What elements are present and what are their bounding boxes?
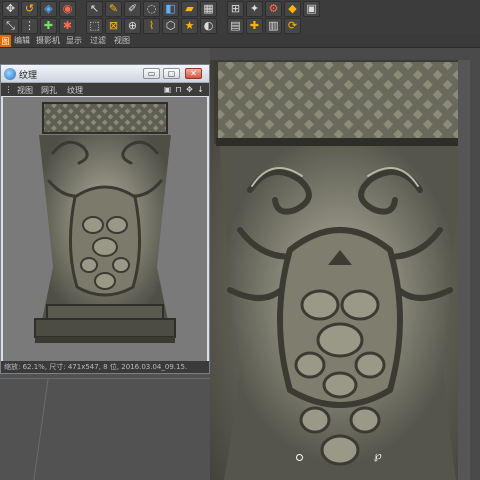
texture-preview <box>3 97 207 361</box>
arrow-down-icon[interactable]: ↓ <box>196 85 205 94</box>
menu-texture[interactable]: 纹理 <box>67 85 83 96</box>
object-icon[interactable]: ◈ <box>40 0 57 17</box>
material-icon[interactable]: ✱ <box>59 17 76 34</box>
app-globe-icon <box>4 68 16 80</box>
menu-camera[interactable]: 摄影机 <box>36 35 60 46</box>
menu-mesh[interactable]: 网孔 <box>41 85 57 96</box>
texture-window-title: 纹理 <box>19 71 38 81</box>
scale-icon[interactable]: ⤡ <box>2 17 19 34</box>
menu-edit[interactable]: 编辑 <box>14 35 30 46</box>
grid-line <box>0 378 210 379</box>
grip-icon: ⋮ <box>4 85 13 94</box>
smudge-icon[interactable]: ◌ <box>143 0 160 17</box>
palette-icon[interactable]: ◆ <box>284 0 301 17</box>
menu-display[interactable]: 显示 <box>66 35 82 46</box>
paint-icon[interactable]: ✚ <box>40 17 57 34</box>
texture-status-bar: 缩放: 62.1%, 尺寸: 471x547, 8 位, 2016.03.04_… <box>1 361 209 373</box>
menu-view[interactable]: 视图 <box>114 35 130 46</box>
bucket-icon[interactable]: ⊕ <box>124 17 141 34</box>
box-icon[interactable]: ▥ <box>265 17 282 34</box>
viewport-tag: 图 <box>0 35 11 47</box>
move-icon[interactable]: ✥ <box>2 0 19 17</box>
stone-vase-render <box>214 60 470 480</box>
vertex-marker-icon[interactable] <box>296 454 303 461</box>
texture-window-menubar: ⋮ 视图 网孔 纹理 ▣ ⊓ ✥ ↓ <box>1 83 209 96</box>
fill-icon[interactable]: ◧ <box>162 0 179 17</box>
texture-canvas[interactable] <box>3 97 207 361</box>
eraser-icon[interactable]: ▰ <box>181 0 198 17</box>
minimize-button[interactable]: ▭ <box>143 68 160 79</box>
viewport-menubar: 图 编辑 摄影机 显示 过滤 视图 <box>0 34 480 48</box>
texture-status-text: 缩放: 62.1%, 尺寸: 471x547, 8 位, 2016.03.04_… <box>4 363 188 371</box>
undo-icon[interactable]: ↺ <box>21 0 38 17</box>
plus-icon[interactable]: ▤ <box>227 17 244 34</box>
app-window: ✥ ↺ ◈ ◉ ↖ ✎ ✐ ◌ ◧ ▰ ▦ ⊞ ✦ ⚙ ◆ ▣ ⤡ ⋮ ✚ ✱ … <box>0 0 480 480</box>
pencil-icon[interactable]: ✐ <box>124 0 141 17</box>
texture-window[interactable]: 纹理 ▭ ▢ ✕ ⋮ 视图 网孔 纹理 ▣ ⊓ ✥ ↓ 缩放: 62.1%, 尺… <box>0 64 210 374</box>
toolbar-row-1: ✥ ↺ ◈ ◉ ↖ ✎ ✐ ◌ ◧ ▰ ▦ ⊞ ✦ ⚙ ◆ ▣ <box>2 0 322 17</box>
shape-icon[interactable]: ⬡ <box>162 17 179 34</box>
maximize-button[interactable]: ▢ <box>163 68 180 79</box>
image-icon[interactable]: ▣ <box>163 85 172 94</box>
texture-window-titlebar[interactable]: 纹理 ▭ ▢ ✕ <box>1 65 209 83</box>
toolbar-row-2: ⤡ ⋮ ✚ ✱ ⬚ ⊠ ⊕ ⌇ ⬡ ★ ◐ ▤ ✚ ▥ ⟳ <box>2 17 303 34</box>
sun-icon[interactable]: ✚ <box>246 17 263 34</box>
gear-icon[interactable]: ⚙ <box>265 0 282 17</box>
lock-icon[interactable]: ⊞ <box>227 0 244 17</box>
window-icon[interactable]: ▣ <box>303 0 320 17</box>
grid-icon[interactable]: ▦ <box>200 0 217 17</box>
cursor-icon[interactable]: ↖ <box>86 0 103 17</box>
menu-filter[interactable]: 过滤 <box>90 35 106 46</box>
magnet-icon[interactable]: ⋮ <box>21 17 38 34</box>
grid-line <box>32 378 49 480</box>
main-viewport[interactable]: ℘ <box>210 60 470 480</box>
layer-icon[interactable]: ◐ <box>200 17 217 34</box>
star-icon[interactable]: ✦ <box>246 0 263 17</box>
render-icon[interactable]: ◉ <box>59 0 76 17</box>
dropper-icon[interactable]: ⌇ <box>143 17 160 34</box>
refresh-icon[interactable]: ⟳ <box>284 17 301 34</box>
swatch-icon[interactable]: ★ <box>181 17 198 34</box>
viewport-side-gap <box>458 60 470 480</box>
stamp-icon[interactable]: ⊠ <box>105 17 122 34</box>
menu-view[interactable]: 视图 <box>17 85 33 96</box>
pen-cursor-icon: ℘ <box>374 449 382 462</box>
main-toolbar: ✥ ↺ ◈ ◉ ↖ ✎ ✐ ◌ ◧ ▰ ▦ ⊞ ✦ ⚙ ◆ ▣ ⤡ ⋮ ✚ ✱ … <box>0 0 480 34</box>
move-icon[interactable]: ✥ <box>185 85 194 94</box>
lock-icon[interactable]: ⊓ <box>174 85 183 94</box>
close-button[interactable]: ✕ <box>185 68 202 79</box>
brush-icon[interactable]: ✎ <box>105 0 122 17</box>
select-icon[interactable]: ⬚ <box>86 17 103 34</box>
